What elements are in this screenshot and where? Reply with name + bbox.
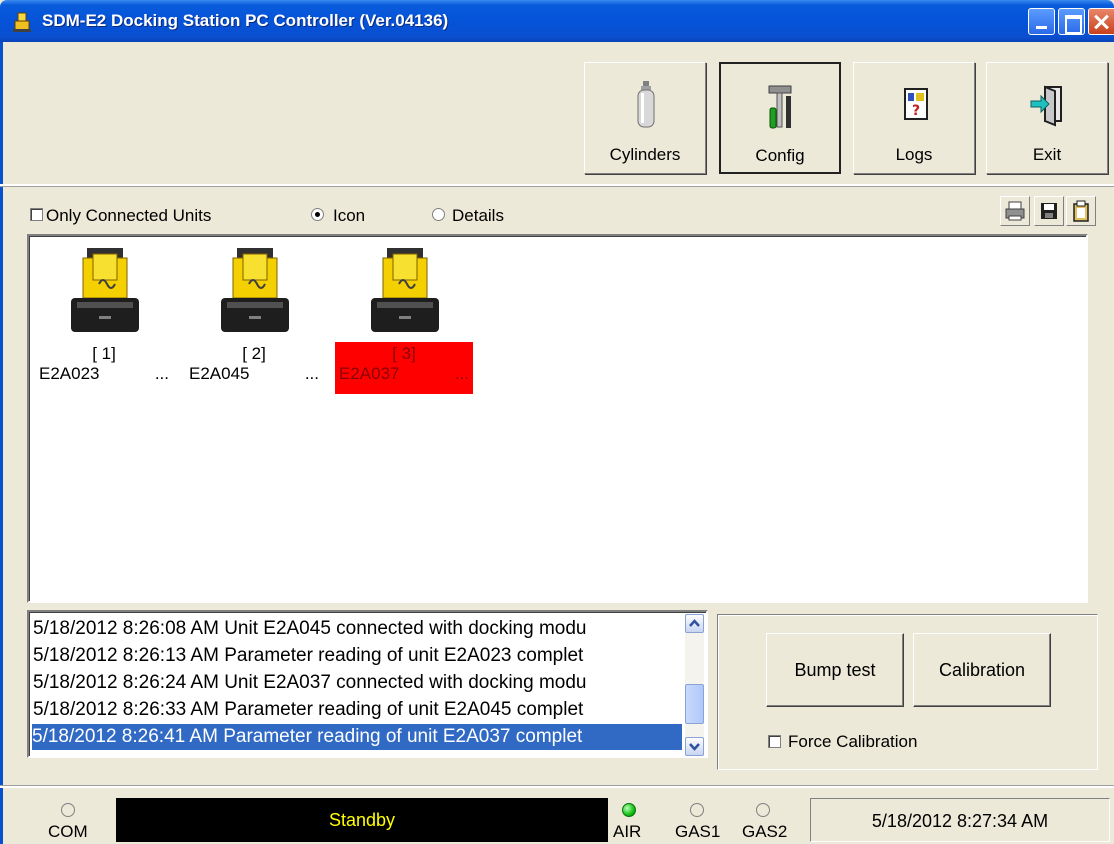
com-led (61, 803, 75, 817)
status-message: Standby (116, 798, 608, 842)
unit-name: E2A037 (339, 364, 400, 383)
action-panel: Bump test Calibration Force Calibration (717, 614, 1098, 770)
unit-item[interactable]: [ 1] E2A023 ... (35, 244, 173, 394)
air-led (622, 803, 636, 817)
clipboard-icon (1073, 200, 1089, 222)
view-details-label: Details (452, 206, 504, 225)
com-label: COM (48, 822, 88, 841)
logs-label: Logs (895, 145, 933, 164)
air-label: AIR (613, 822, 642, 841)
gas1-label: GAS1 (675, 822, 721, 841)
unit-ellipsis: ... (304, 364, 319, 383)
svg-text:?: ? (912, 103, 920, 119)
tools-icon (768, 85, 792, 129)
logs-button[interactable]: ? Logs (853, 62, 975, 174)
unit-number: [ 1] (92, 344, 116, 363)
cylinders-label: Cylinders (609, 145, 681, 164)
exit-label: Exit (1032, 145, 1062, 164)
unit-number: [ 2] (242, 344, 266, 363)
docking-station-icon (71, 248, 139, 332)
gas2-label: GAS2 (742, 822, 788, 841)
view-icon-label: Icon (333, 206, 366, 225)
unit-name: E2A045 (189, 364, 250, 383)
close-button[interactable] (1088, 8, 1114, 35)
units-panel[interactable]: [ 1] E2A023 ... [ 2] E2A045 ... [ 3] E2A… (27, 234, 1088, 603)
unit-ellipsis: ... (454, 364, 469, 383)
printer-icon (1005, 201, 1025, 221)
log-entry[interactable]: 5/18/2012 8:26:33 AM Parameter reading o… (33, 697, 681, 723)
exit-button[interactable]: Exit (986, 62, 1108, 174)
maximize-button[interactable] (1058, 8, 1085, 35)
save-button[interactable] (1034, 196, 1064, 226)
only-connected-checkbox[interactable] (30, 208, 43, 221)
log-list[interactable]: 5/18/2012 8:26:08 AM Unit E2A045 connect… (27, 610, 708, 758)
unit-item[interactable]: [ 2] E2A045 ... (185, 244, 323, 394)
floppy-disk-icon (1041, 203, 1057, 219)
force-calibration-label: Force Calibration (788, 732, 918, 751)
log-entry[interactable]: 5/18/2012 8:26:24 AM Unit E2A037 connect… (33, 670, 681, 696)
toolbar: Cylinders Config ? Logs Exit (0, 50, 1114, 186)
gas2-led (756, 803, 770, 817)
view-icon-radio[interactable] (311, 208, 324, 221)
log-scrollbar[interactable] (685, 614, 704, 756)
chevron-down-icon (689, 743, 700, 751)
unit-ellipsis: ... (154, 364, 169, 383)
force-calibration-checkbox[interactable] (768, 735, 781, 748)
chevron-up-icon (689, 619, 700, 627)
unit-number: [ 3] (392, 344, 416, 363)
config-button[interactable]: Config (719, 62, 841, 174)
window-title: SDM-E2 Docking Station PC Controller (Ve… (42, 11, 449, 30)
calibration-button[interactable]: Calibration (913, 633, 1051, 707)
bump-test-button[interactable]: Bump test (766, 633, 904, 707)
cylinder-icon (637, 81, 655, 128)
only-connected-label: Only Connected Units (46, 206, 212, 225)
config-label: Config (755, 146, 805, 165)
title-bar: SDM-E2 Docking Station PC Controller (Ve… (0, 0, 1114, 42)
docking-station-icon (221, 248, 289, 332)
scroll-up-button[interactable] (685, 614, 704, 633)
unit-name: E2A023 (39, 364, 100, 383)
print-button[interactable] (1000, 196, 1030, 226)
cylinders-button[interactable]: Cylinders (584, 62, 706, 174)
unit-item-selected[interactable]: [ 3] E2A037 ... (335, 244, 473, 394)
scroll-down-button[interactable] (685, 737, 704, 756)
log-entry[interactable]: 5/18/2012 8:26:08 AM Unit E2A045 connect… (33, 616, 681, 642)
exit-door-icon (1030, 85, 1062, 127)
scroll-thumb[interactable] (685, 684, 704, 724)
status-clock: 5/18/2012 8:27:34 AM (810, 798, 1110, 842)
log-entry-selected[interactable]: 5/18/2012 8:26:41 AM Parameter reading o… (32, 724, 682, 750)
view-details-radio[interactable] (432, 208, 445, 221)
clipboard-button[interactable] (1066, 196, 1096, 226)
logbook-icon: ? (904, 88, 928, 120)
app-icon (13, 12, 31, 32)
docking-station-icon (371, 248, 439, 332)
minimize-button[interactable] (1028, 8, 1055, 35)
log-entry[interactable]: 5/18/2012 8:26:13 AM Parameter reading o… (33, 643, 681, 669)
gas1-led (690, 803, 704, 817)
